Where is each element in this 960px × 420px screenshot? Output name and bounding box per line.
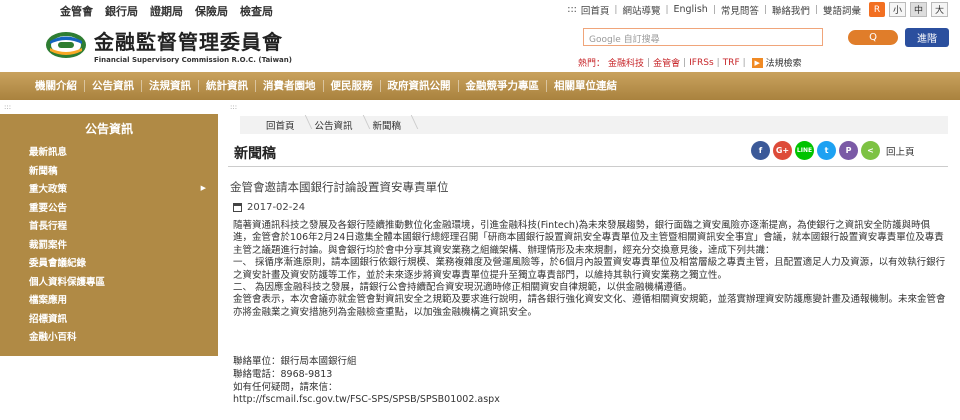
advanced-search-button[interactable]: 進階 [905, 28, 949, 47]
article-paragraph: 隨著資通訊科技之發展及各銀行陸續推動數位化金融環境，引進金融科技(Fintech… [233, 220, 944, 256]
utility-link-glossary[interactable]: 雙語詞彙 [823, 3, 861, 17]
utility-link-sitemap[interactable]: 網站導覽 [622, 3, 660, 17]
article-date: 2017-02-24 [247, 202, 306, 213]
article-paragraph: 二、 為因應金融科技之發展，請銀行公會持續配合資安現況適時修正相關資安自律規範，… [233, 282, 693, 294]
font-size-medium-button[interactable]: 中 [910, 2, 927, 17]
nav-competitiveness[interactable]: 金融競爭力專區 [459, 80, 547, 92]
top-link-fsc[interactable]: 金管會 [60, 3, 93, 19]
top-link-insurance[interactable]: 保險局 [195, 3, 228, 19]
nav-consumers[interactable]: 消費者園地 [256, 80, 324, 92]
accesskey-main: ::: [230, 103, 238, 111]
accesskey-left: ::: [4, 103, 12, 111]
breadcrumb-home[interactable]: 回首頁 [266, 118, 309, 132]
hot-keyword[interactable]: IFRSs [689, 58, 714, 68]
sidebar-item-encyclopedia[interactable]: 金融小百科 [0, 327, 218, 346]
breadcrumb: 回首頁 公告資訊 新聞稿 [240, 116, 948, 134]
contact-url[interactable]: http://fscmail.fsc.gov.tw/FSC-SPS/SPSB/S… [233, 394, 500, 407]
hot-keyword[interactable]: 金融科技 [608, 56, 644, 69]
top-link-securities[interactable]: 證期局 [150, 3, 183, 19]
nav-announcements[interactable]: 公告資訊 [85, 80, 142, 92]
utility-link-english[interactable]: English [674, 4, 708, 15]
hot-keywords: 熱門： 金融科技 | 金管會 | IFRSs | TRF | ▶ 法規檢索 [578, 56, 802, 69]
print-icon[interactable]: P [839, 141, 858, 160]
site-logo[interactable]: 金融監督管理委員會 Financial Supervisory Commissi… [44, 26, 292, 64]
caret-right-icon: ▶ [200, 184, 206, 193]
nav-statistics[interactable]: 統計資訊 [199, 80, 256, 92]
utility-prefix: ::: [567, 4, 577, 15]
sidebar-title: 公告資訊 [84, 121, 133, 136]
title-divider [228, 166, 948, 167]
top-link-banking[interactable]: 銀行局 [105, 3, 138, 19]
sidebar-item-archives[interactable]: 檔案應用 [0, 290, 218, 309]
article-paragraph: 金管會表示，本次會議亦就金管會對資訊安全之規範及要求進行說明，請各銀行強化資安文… [233, 294, 946, 318]
search-icon: Q [869, 32, 877, 43]
twitter-icon[interactable]: t [817, 141, 836, 160]
nav-gov-info[interactable]: 政府資訊公開 [381, 80, 459, 92]
hot-keyword[interactable]: TRF [723, 58, 740, 68]
utility-link-home[interactable]: 回首頁 [581, 3, 610, 17]
contact-unit: 聯絡單位：銀行局本國銀行組 [233, 356, 357, 367]
font-size-large-button[interactable]: 大 [931, 2, 948, 17]
contact-info: 聯絡單位：銀行局本國銀行組 聯絡電話：8968-9813 如有任何疑問，請來信：… [233, 356, 500, 407]
sidebar-item-policy[interactable]: 重大政策 ▶ [0, 179, 218, 198]
regulation-search-link[interactable]: 法規檢索 [766, 56, 802, 69]
sidebar-item-privacy[interactable]: 個人資料保護專區 [0, 272, 218, 291]
agency-links: 金管會 銀行局 證期局 保險局 檢查局 [60, 3, 273, 19]
main-nav: 機關介紹 公告資訊 法規資訊 統計資訊 消費者園地 便民服務 政府資訊公開 金融… [0, 72, 960, 100]
utility-link-contact[interactable]: 聯絡我們 [772, 3, 810, 17]
contact-question: 如有任何疑問，請來信： [233, 381, 338, 393]
top-link-examination[interactable]: 檢查局 [240, 3, 273, 19]
breadcrumb-announcements[interactable]: 公告資訊 [315, 118, 367, 132]
sidebar-item-press[interactable]: 新聞稿 [0, 161, 218, 180]
logo-name-cn: 金融監督管理委員會 [94, 30, 283, 54]
utility-bar: ::: 回首頁 | 網站導覽 | English | 常見問答 | 聯絡我們 | 雙語詞彙… [567, 2, 948, 17]
nav-related-links[interactable]: 相關單位連結 [547, 80, 624, 92]
hot-keyword[interactable]: 金管會 [653, 56, 680, 69]
font-size-small-button[interactable]: 小 [889, 2, 906, 17]
facebook-icon[interactable]: f [751, 141, 770, 160]
logo-name-en: Financial Supervisory Commission R.O.C. … [94, 56, 292, 64]
rss-icon[interactable]: R [869, 2, 885, 17]
nav-services[interactable]: 便民服務 [324, 80, 381, 92]
page-title: 新聞稿 [234, 146, 276, 162]
article-body: 隨著資通訊科技之發展及各銀行陸續推動數位化金融環境，引進金融科技(Fintech… [233, 220, 947, 319]
contact-phone: 聯絡電話：8968-9813 [233, 368, 333, 380]
share-bar: f G+ LINE t P < 回上頁 [751, 141, 915, 160]
breadcrumb-press[interactable]: 新聞稿 [373, 118, 416, 132]
article-date-row: 2017-02-24 [233, 202, 305, 213]
back-icon[interactable]: < [861, 141, 880, 160]
sidebar-item-schedule[interactable]: 首長行程 [0, 216, 218, 235]
hot-label: 熱門： [578, 59, 606, 69]
calendar-icon [233, 203, 242, 212]
article-paragraph: 一、 採循序漸進原則，請本國銀行依銀行規模、業務複雜度及營運風險等，於6個月內設… [233, 257, 946, 281]
article-title: 金管會邀請本國銀行討論設置資安專責單位 [230, 180, 449, 194]
regulation-search-icon: ▶ [751, 57, 763, 68]
sidebar-item-notices[interactable]: 重要公告 [0, 198, 218, 217]
nav-regulations[interactable]: 法規資訊 [142, 80, 199, 92]
sidebar-item-latest[interactable]: 最新訊息 [0, 142, 218, 161]
google-plus-icon[interactable]: G+ [773, 141, 792, 160]
sidebar-item-tenders[interactable]: 招標資訊 [0, 309, 218, 328]
sidebar: 公告資訊 最新訊息 新聞稿 重大政策 ▶ 重要公告 首長行程 裁罰案件 委員會議紀… [0, 114, 218, 356]
search-input[interactable]: Google 自訂搜尋 [583, 28, 823, 46]
back-button[interactable]: 回上頁 [886, 144, 915, 158]
utility-link-faq[interactable]: 常見問答 [721, 3, 759, 17]
sidebar-item-penalties[interactable]: 裁罰案件 [0, 235, 218, 254]
nav-about[interactable]: 機關介紹 [28, 80, 85, 92]
fsc-logo-icon [46, 32, 86, 58]
sidebar-item-minutes[interactable]: 委員會議紀錄 [0, 253, 218, 272]
line-icon[interactable]: LINE [795, 141, 814, 160]
search-button[interactable]: Q [848, 30, 898, 45]
